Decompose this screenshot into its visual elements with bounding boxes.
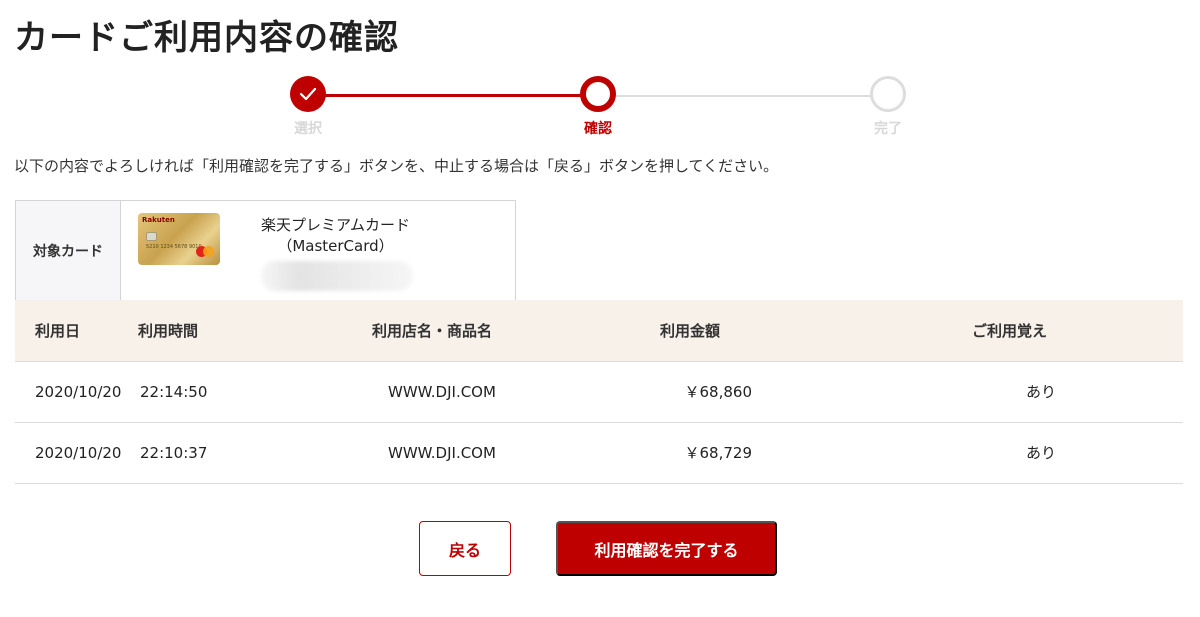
header-amount: 利用金額 xyxy=(600,300,820,362)
mastercard-logo-icon xyxy=(196,246,214,257)
row-amount: ￥68,729 xyxy=(600,422,820,484)
step-label-confirm: 確認 xyxy=(584,121,612,137)
back-button[interactable]: 戻る xyxy=(419,521,511,576)
page-title: カードご利用内容の確認 xyxy=(14,18,399,58)
card-info: Rakuten 5210 1234 5678 9010 楽天プレミアムカード （… xyxy=(121,201,515,300)
header-time: 利用時間 xyxy=(130,300,270,362)
row-date: 2020/10/20 xyxy=(15,361,130,423)
step-current-circle xyxy=(580,76,616,112)
header-date: 利用日 xyxy=(15,300,130,362)
row-amount: ￥68,860 xyxy=(600,361,820,423)
row-shop: WWW.DJI.COM xyxy=(270,361,600,423)
row-time: 22:14:50 xyxy=(130,361,270,423)
card-chip-icon xyxy=(146,232,157,241)
step-pending-circle xyxy=(870,76,906,112)
row-date: 2020/10/20 xyxy=(15,422,130,484)
card-name-line1: 楽天プレミアムカード xyxy=(261,216,410,234)
complete-confirmation-button[interactable]: 利用確認を完了する xyxy=(556,521,777,576)
row-memo: あり xyxy=(820,422,1183,484)
step-completed-circle xyxy=(290,76,326,112)
table-row: 2020/10/20 22:14:50 WWW.DJI.COM ￥68,860 … xyxy=(15,361,1183,423)
target-card-box: 対象カード Rakuten 5210 1234 5678 9010 楽天プレミア… xyxy=(15,200,516,301)
step-complete: 完了 xyxy=(828,76,948,138)
checkmark-icon xyxy=(299,87,317,101)
table-header-row: 利用日 利用時間 利用店名・商品名 利用金額 ご利用覚え xyxy=(15,300,1183,362)
header-memo: ご利用覚え xyxy=(820,300,1183,362)
progress-stepper: 選択 確認 完了 xyxy=(0,76,1200,142)
card-image-number: 5210 1234 5678 9010 xyxy=(146,244,202,250)
row-time: 22:10:37 xyxy=(130,422,270,484)
transaction-table: 利用日 利用時間 利用店名・商品名 利用金額 ご利用覚え 2020/10/20 … xyxy=(15,300,1183,484)
header-shop: 利用店名・商品名 xyxy=(270,300,600,362)
step-confirm: 確認 xyxy=(538,76,658,138)
step-select: 選択 xyxy=(248,76,368,138)
step-label-complete: 完了 xyxy=(874,121,902,137)
card-number-redacted xyxy=(261,261,413,291)
card-name-line2: （MasterCard） xyxy=(277,237,394,255)
card-brand-logo: Rakuten xyxy=(142,216,175,224)
target-card-label: 対象カード xyxy=(16,201,121,300)
row-memo: あり xyxy=(820,361,1183,423)
table-row: 2020/10/20 22:10:37 WWW.DJI.COM ￥68,729 … xyxy=(15,422,1183,484)
row-shop: WWW.DJI.COM xyxy=(270,422,600,484)
step-label-select: 選択 xyxy=(294,121,322,137)
instruction-text: 以下の内容でよろしければ「利用確認を完了する」ボタンを、中止する場合は「戻る」ボ… xyxy=(14,157,779,175)
card-image: Rakuten 5210 1234 5678 9010 xyxy=(138,213,220,265)
card-name: 楽天プレミアムカード （MasterCard） xyxy=(233,215,438,257)
